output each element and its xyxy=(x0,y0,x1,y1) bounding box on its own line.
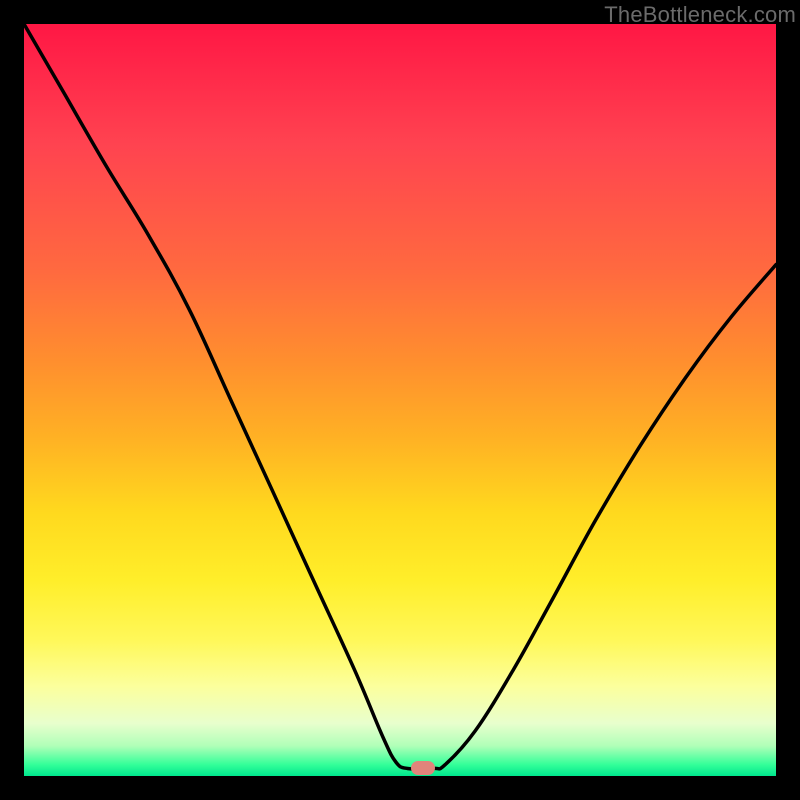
bottleneck-curve xyxy=(24,24,776,776)
watermark-text: TheBottleneck.com xyxy=(604,2,796,28)
chart-frame: TheBottleneck.com xyxy=(0,0,800,800)
optimal-marker xyxy=(411,761,435,775)
plot-area xyxy=(24,24,776,776)
